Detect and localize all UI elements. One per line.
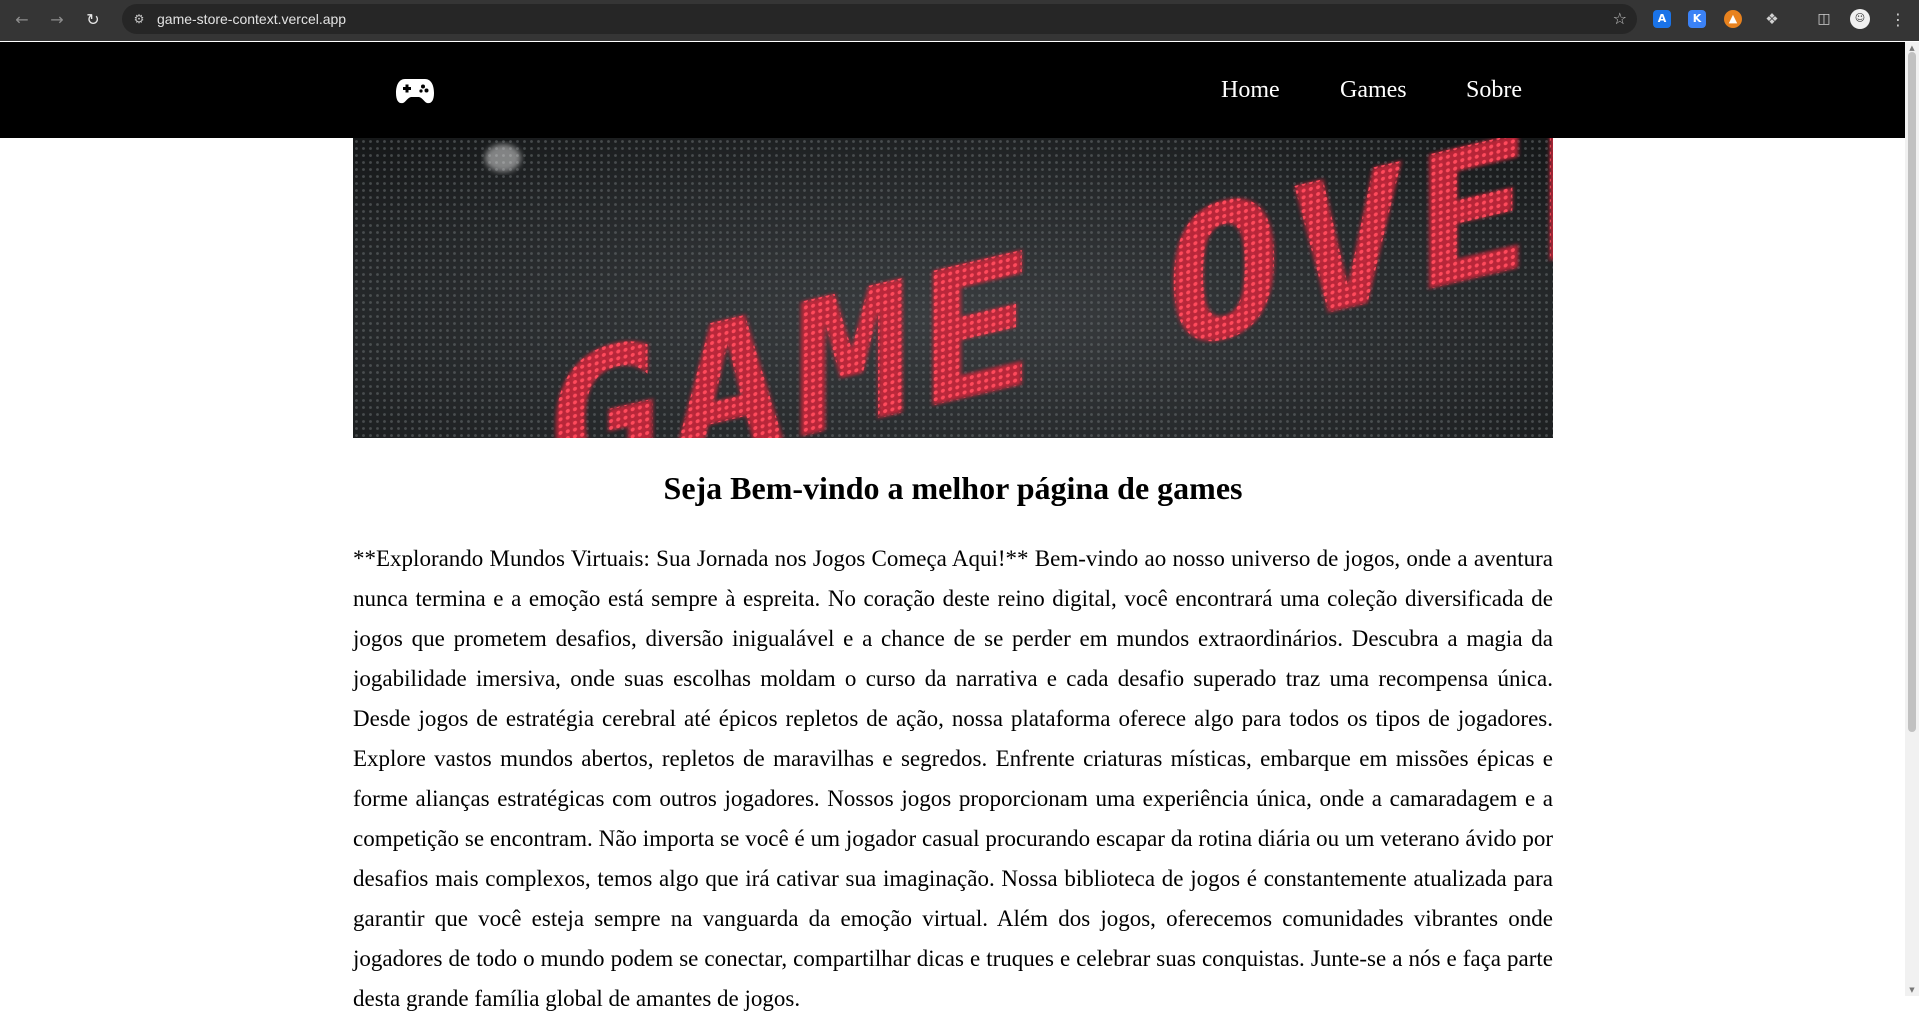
fox-extension-icon[interactable]: ▲ — [1724, 10, 1742, 28]
profile-avatar[interactable]: ☺ — [1850, 9, 1870, 29]
url-text[interactable]: game-store-context.vercel.app — [157, 4, 346, 34]
address-bar[interactable]: ⚙ game-store-context.vercel.app ☆ — [122, 4, 1637, 34]
nav-sobre[interactable]: Sobre — [1466, 42, 1522, 138]
site-header: Home Games Sobre — [0, 42, 1905, 138]
shield-extension-icon[interactable]: A — [1653, 10, 1671, 28]
k-extension-icon[interactable]: K — [1688, 10, 1706, 28]
scroll-down-icon[interactable]: ▼ — [1908, 986, 1916, 994]
scrollbar-thumb[interactable] — [1908, 52, 1916, 732]
site-info-icon[interactable]: ⚙ — [131, 11, 147, 27]
scroll-up-icon[interactable]: ▲ — [1908, 44, 1916, 52]
side-panel-icon[interactable]: ◫ — [1815, 10, 1833, 28]
hero-image: GAME OVER GAME OVER — [353, 138, 1553, 438]
intro-paragraph: **Explorando Mundos Virtuais: Sua Jornad… — [353, 546, 1553, 1011]
nav-home[interactable]: Home — [1221, 42, 1280, 138]
page-scrollbar[interactable]: ▲ ▼ — [1905, 42, 1919, 996]
nav-games[interactable]: Games — [1340, 42, 1407, 138]
reload-icon[interactable]: ↻ — [81, 8, 105, 32]
puzzle-icon[interactable]: ❖ — [1763, 10, 1781, 28]
back-icon[interactable]: ← — [10, 8, 34, 32]
page-title: Seja Bem-vindo a melhor página de games — [663, 470, 1243, 506]
bookmark-star-icon[interactable]: ☆ — [1613, 4, 1627, 34]
forward-icon[interactable]: → — [45, 8, 69, 32]
gamepad-icon[interactable] — [395, 75, 435, 105]
browser-toolbar: ← → ↻ ⚙ game-store-context.vercel.app ☆ … — [0, 0, 1919, 41]
more-vertical-icon[interactable]: ⋮ — [1890, 8, 1906, 32]
